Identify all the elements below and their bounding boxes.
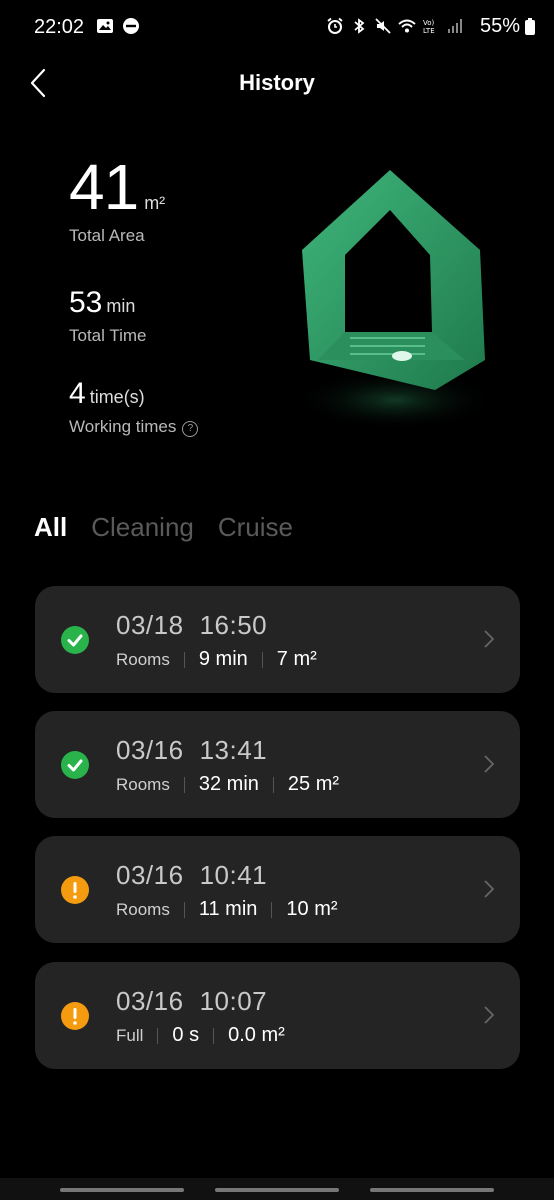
tab-cleaning[interactable]: Cleaning xyxy=(91,512,194,543)
warning-icon xyxy=(61,876,89,904)
record-date: 03/16 xyxy=(116,860,184,890)
nav-home[interactable] xyxy=(215,1188,339,1192)
record-date: 03/16 xyxy=(116,735,184,765)
alarm-icon xyxy=(327,17,343,34)
record-duration: 9 min xyxy=(198,648,248,670)
record-time: 16:50 xyxy=(199,610,268,640)
history-record[interactable]: 03/16 13:41 Rooms 32 min 25 m² xyxy=(35,711,520,818)
total-area-stat: 41 m² Total Area xyxy=(69,150,165,246)
help-icon[interactable]: ? xyxy=(182,421,199,437)
total-area-label: Total Area xyxy=(69,226,145,245)
history-record[interactable]: 03/16 10:41 Rooms 11 min 10 m² xyxy=(35,836,520,943)
system-nav-bar xyxy=(0,1178,554,1200)
battery-percent: 55% xyxy=(479,15,520,37)
history-record[interactable]: 03/16 10:07 Full 0 s 0.0 m² xyxy=(35,962,520,1069)
gallery-icon xyxy=(97,19,113,33)
record-time: 10:07 xyxy=(199,986,268,1016)
svg-text:LTE: LTE xyxy=(423,27,435,35)
working-times-label: Working times xyxy=(69,417,177,436)
filter-tabs: All Cleaning Cruise xyxy=(34,512,293,543)
svg-text:Vo): Vo) xyxy=(423,19,435,27)
record-mode: Full xyxy=(116,1025,144,1045)
bluetooth-icon xyxy=(354,18,365,34)
record-area: 7 m² xyxy=(276,648,317,670)
record-mode: Rooms xyxy=(116,899,170,919)
nav-recents[interactable] xyxy=(60,1188,184,1192)
mute-icon xyxy=(375,18,391,34)
history-record[interactable]: 03/18 16:50 Rooms 9 min 7 m² xyxy=(35,586,520,693)
record-area: 0.0 m² xyxy=(228,1024,285,1046)
record-mode: Rooms xyxy=(116,649,170,669)
battery-icon xyxy=(525,18,535,35)
page-title: History xyxy=(239,70,315,95)
record-date: 03/16 xyxy=(116,986,184,1016)
total-time-unit: min xyxy=(106,296,136,316)
do-not-disturb-icon xyxy=(123,18,139,34)
total-time-label: Total Time xyxy=(69,326,147,345)
record-time: 10:41 xyxy=(199,860,268,890)
total-time-value: 53 xyxy=(69,286,103,319)
total-area-unit: m² xyxy=(144,193,166,213)
house-illustration xyxy=(295,170,495,430)
chevron-right-icon xyxy=(484,755,494,773)
chevron-right-icon xyxy=(484,880,494,898)
chevron-right-icon xyxy=(484,630,494,648)
volte-icon: Vo)LTE xyxy=(423,19,435,35)
success-icon xyxy=(61,751,89,779)
total-area-value: 41 xyxy=(69,151,139,223)
warning-icon xyxy=(61,1002,89,1030)
chevron-right-icon xyxy=(484,1006,494,1024)
record-duration: 11 min xyxy=(198,898,258,920)
record-mode: Rooms xyxy=(116,774,170,794)
record-date: 03/18 xyxy=(116,610,184,640)
signal-icon xyxy=(448,19,462,33)
record-duration: 0 s xyxy=(172,1024,200,1046)
tab-all[interactable]: All xyxy=(34,512,67,543)
nav-back[interactable] xyxy=(370,1188,494,1192)
record-area: 10 m² xyxy=(286,898,338,920)
record-duration: 32 min xyxy=(198,773,259,795)
tab-cruise[interactable]: Cruise xyxy=(218,512,293,543)
wifi-icon xyxy=(398,19,416,33)
working-times-unit: time(s) xyxy=(89,387,145,407)
status-bar: 22:02 Vo) LTE 55% xyxy=(0,0,554,56)
success-icon xyxy=(61,626,89,654)
working-times-stat: 4 time(s) Working times? xyxy=(69,377,199,437)
record-time: 13:41 xyxy=(199,735,268,765)
record-area: 25 m² xyxy=(287,773,340,795)
working-times-value: 4 xyxy=(69,377,86,410)
app-header: History xyxy=(0,56,554,112)
total-time-stat: 53 min Total Time xyxy=(69,286,146,346)
status-time: 22:02 xyxy=(34,16,85,38)
